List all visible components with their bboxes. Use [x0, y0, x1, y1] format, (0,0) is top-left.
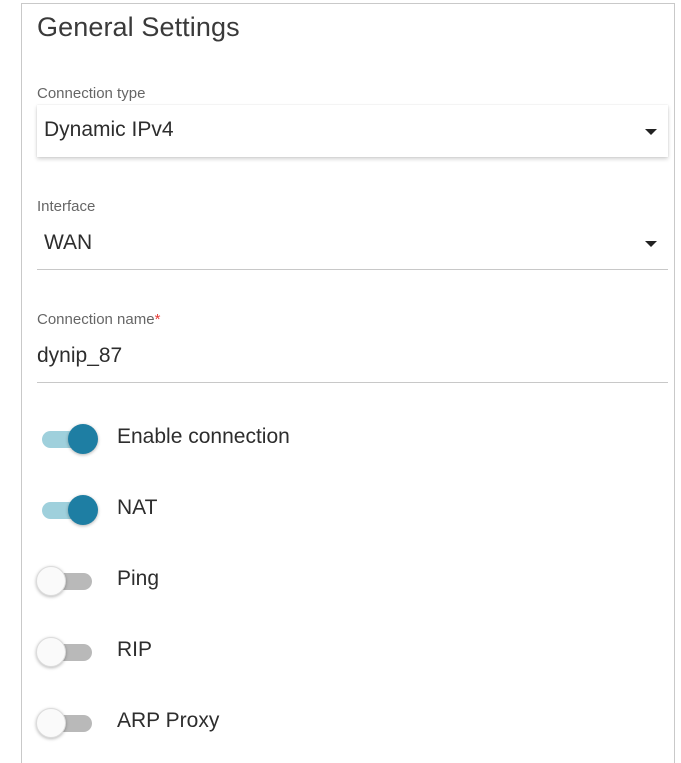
- ping-toggle[interactable]: [36, 566, 98, 596]
- required-mark: *: [154, 311, 161, 328]
- toggle-knob: [36, 637, 66, 667]
- enable-connection-toggle[interactable]: [36, 424, 98, 454]
- toggle-row-enable-connection[interactable]: Enable connection: [36, 419, 636, 459]
- interface-select[interactable]: WAN: [37, 222, 668, 270]
- caret-down-icon: [645, 129, 657, 135]
- ping-label: Ping: [117, 567, 160, 590]
- interface-value: WAN: [44, 231, 93, 254]
- connection-type-value: Dynamic IPv4: [44, 118, 174, 141]
- toggle-knob: [68, 424, 98, 454]
- toggle-row-ping[interactable]: Ping: [36, 561, 636, 601]
- connection-type-select[interactable]: Dynamic IPv4: [37, 105, 668, 157]
- toggle-knob: [68, 495, 98, 525]
- interface-label: Interface: [37, 198, 96, 215]
- toggle-row-rip[interactable]: RIP: [36, 632, 636, 672]
- caret-down-icon: [645, 241, 657, 247]
- connection-name-field[interactable]: [37, 336, 668, 383]
- connection-name-input[interactable]: [37, 344, 637, 368]
- section-title: General Settings: [37, 12, 240, 42]
- connection-name-label-text: Connection name: [37, 311, 155, 328]
- nat-toggle[interactable]: [36, 495, 98, 525]
- toggle-row-nat[interactable]: NAT: [36, 490, 636, 530]
- rip-toggle[interactable]: [36, 637, 98, 667]
- connection-type-label: Connection type: [37, 85, 146, 102]
- arp-proxy-toggle[interactable]: [36, 708, 98, 738]
- toggle-knob: [36, 566, 66, 596]
- arp-proxy-label: ARP Proxy: [117, 709, 220, 732]
- nat-label: NAT: [117, 496, 158, 519]
- connection-name-label: Connection name*: [37, 311, 160, 328]
- enable-connection-label: Enable connection: [117, 425, 290, 448]
- toggle-row-arp-proxy[interactable]: ARP Proxy: [36, 703, 636, 743]
- toggle-knob: [36, 708, 66, 738]
- rip-label: RIP: [117, 638, 153, 661]
